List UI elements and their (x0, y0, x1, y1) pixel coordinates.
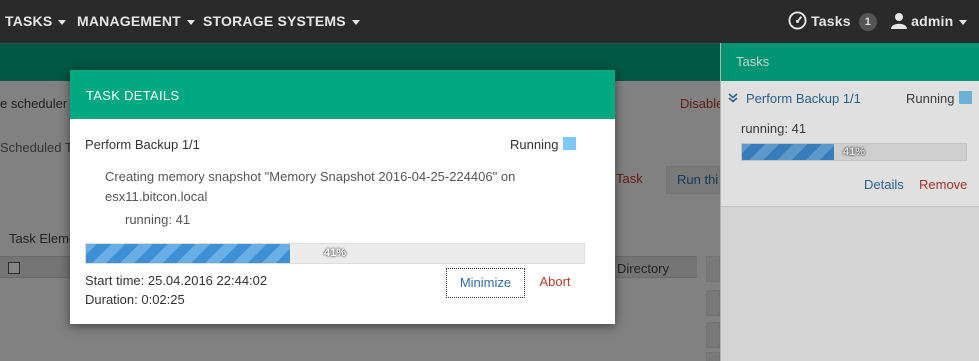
chevron-down-icon (186, 19, 195, 25)
nav-tasks-label: TASKS (5, 13, 53, 29)
nav-storage-systems-menu[interactable]: STORAGE SYSTEMS (203, 13, 360, 29)
minimize-button-label: Minimize (459, 275, 512, 290)
nav-management-menu[interactable]: MANAGEMENT (77, 13, 195, 29)
top-navbar: TASKS MANAGEMENT STORAGE SYSTEMS Tasks 1… (0, 0, 979, 43)
nav-storage-systems-label: STORAGE SYSTEMS (203, 13, 346, 29)
modal-task-name: Perform Backup 1/1 (85, 137, 200, 152)
modal-progress-text: running: 41 (125, 212, 191, 227)
tasks-indicator-label: Tasks (811, 13, 851, 29)
abort-button-label: Abort (539, 274, 571, 289)
status-square-icon (563, 137, 577, 150)
user-menu[interactable]: admin (891, 12, 968, 29)
modal-progress-label: 41% (323, 247, 347, 259)
gauge-icon (788, 11, 807, 30)
modal-title: TASK DETAILS (86, 88, 180, 103)
panel-dim-overlay (720, 43, 979, 361)
user-name: admin (911, 13, 954, 29)
tasks-indicator-button[interactable]: Tasks 1 (788, 11, 877, 31)
modal-status-label: Running (510, 137, 559, 152)
chevron-down-icon (959, 19, 968, 25)
modal-header: TASK DETAILS (70, 70, 615, 119)
abort-button[interactable]: Abort (532, 268, 578, 298)
modal-task-status: Running (510, 137, 577, 152)
chevron-down-icon (58, 19, 67, 25)
minimize-button[interactable]: Minimize (446, 268, 525, 298)
task-details-modal: TASK DETAILS Perform Backup 1/1 Running … (70, 70, 615, 324)
user-icon (891, 13, 907, 29)
modal-start-time: Start time: 25.04.2016 22:44:02 (85, 273, 268, 288)
modal-task-description: Creating memory snapshot "Memory Snapsho… (105, 169, 516, 204)
chevron-down-icon (351, 19, 360, 25)
nav-tasks-menu[interactable]: TASKS (5, 13, 67, 29)
tasks-count-badge: 1 (858, 13, 877, 31)
modal-duration: Duration: 0:02:25 (85, 292, 185, 307)
nav-management-label: MANAGEMENT (77, 13, 181, 29)
modal-progress-bar: 41% (85, 243, 585, 264)
